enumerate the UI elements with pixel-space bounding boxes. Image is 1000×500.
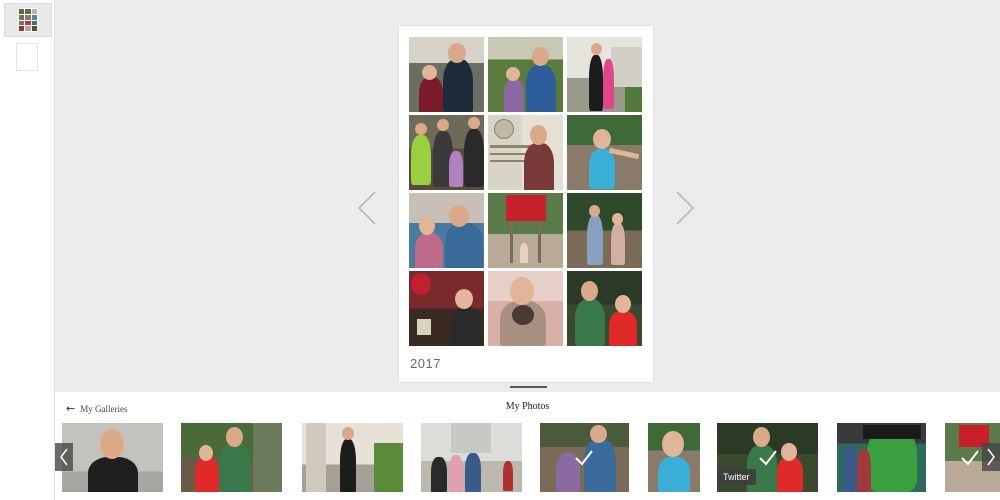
chevron-right-icon: [987, 448, 995, 466]
rail-thumbnail-collage: [18, 8, 38, 32]
collage-photo[interactable]: [488, 193, 563, 268]
chevron-left-icon: [357, 191, 376, 225]
page-thumbnail-rail: [0, 0, 55, 500]
photo-strip: [55, 423, 1000, 492]
chevron-left-icon: [60, 448, 68, 466]
collage-photo[interactable]: [409, 193, 484, 268]
collage-photo[interactable]: [488, 115, 563, 190]
strip-photo[interactable]: [837, 423, 926, 492]
strip-prev-button[interactable]: [55, 443, 73, 471]
rail-page-thumbnail-2[interactable]: [16, 43, 38, 71]
photo-tray: ← My Galleries My Photos Twitter: [55, 386, 1000, 500]
strip-photo[interactable]: [421, 423, 522, 492]
tray-drag-handle[interactable]: [510, 386, 547, 388]
photo-collage-grid: [409, 37, 643, 346]
photo-book-editor: 2017 ← My Galleries My Photos Twitter: [0, 0, 1000, 500]
chevron-right-icon: [676, 191, 695, 225]
previous-page-button[interactable]: [356, 190, 378, 226]
collage-photo[interactable]: [488, 37, 563, 112]
page-caption-year[interactable]: 2017: [410, 356, 441, 371]
collage-photo[interactable]: [409, 271, 484, 346]
strip-photo[interactable]: [302, 423, 403, 492]
rail-page-thumbnail-1[interactable]: [4, 3, 52, 37]
collage-photo[interactable]: [567, 37, 642, 112]
strip-photo[interactable]: [181, 423, 282, 492]
collage-photo[interactable]: [409, 37, 484, 112]
next-page-button[interactable]: [674, 190, 696, 226]
strip-photo[interactable]: [62, 423, 163, 492]
checkmark-icon: [575, 450, 593, 466]
collage-photo[interactable]: [567, 193, 642, 268]
collage-photo[interactable]: [409, 115, 484, 190]
checkmark-icon: [961, 450, 979, 466]
checkmark-icon: [759, 450, 777, 466]
book-page: 2017: [399, 26, 653, 382]
strip-photo[interactable]: [648, 423, 700, 492]
page-canvas: 2017: [55, 0, 1000, 392]
tray-title: My Photos: [505, 401, 550, 412]
strip-next-button[interactable]: [982, 443, 1000, 471]
collage-photo[interactable]: [567, 271, 642, 346]
photo-source-tooltip: Twitter: [717, 469, 756, 485]
strip-photo-selected[interactable]: [540, 423, 629, 492]
collage-photo[interactable]: [567, 115, 642, 190]
collage-photo[interactable]: [488, 271, 563, 346]
